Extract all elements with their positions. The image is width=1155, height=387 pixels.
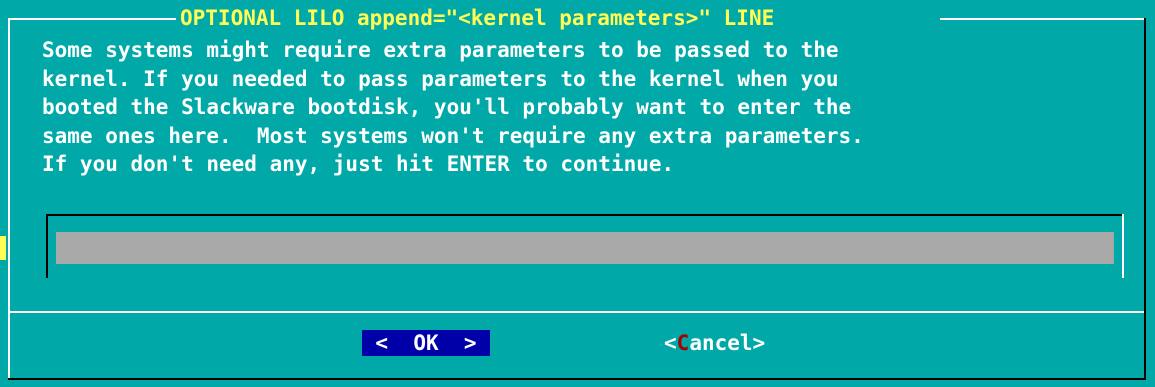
cancel-hotkey: C (676, 331, 690, 355)
cancel-close-bracket: > (752, 331, 766, 355)
dialog-title: OPTIONAL LILO append="<kernel parameters… (180, 6, 775, 30)
frame-right-line (1144, 18, 1146, 380)
message-line-1: Some systems might require extra paramet… (42, 38, 839, 62)
frame-bottom-line (8, 378, 1146, 380)
ok-button[interactable]: < OK > (362, 330, 490, 356)
lilo-append-dialog: OPTIONAL LILO append="<kernel parameters… (0, 0, 1155, 387)
frame-top-left-line (8, 18, 176, 20)
message-line-4: same ones here. Most systems won't requi… (42, 123, 864, 148)
message-line-2: kernel. If you needed to pass parameters… (42, 66, 839, 91)
message-line-3: booted the Slackware bootdisk, you'll pr… (42, 95, 852, 119)
input-frame-left (46, 214, 48, 278)
message-line-5: If you don't need any, just hit ENTER to… (42, 152, 675, 176)
cancel-label-rest: ancel (689, 331, 753, 355)
cancel-button[interactable]: <Cancel> (664, 330, 794, 356)
dialog-message: Some systems might require extra paramet… (42, 36, 1132, 179)
frame-left-line (8, 18, 10, 380)
button-separator (10, 311, 1144, 313)
left-edge-marker (0, 236, 6, 260)
kernel-parameters-input[interactable] (56, 232, 1114, 264)
frame-top-right-line (940, 18, 1146, 20)
cancel-open-bracket: < (664, 331, 677, 355)
input-frame-top (46, 214, 1124, 216)
input-frame-right (1122, 214, 1124, 278)
